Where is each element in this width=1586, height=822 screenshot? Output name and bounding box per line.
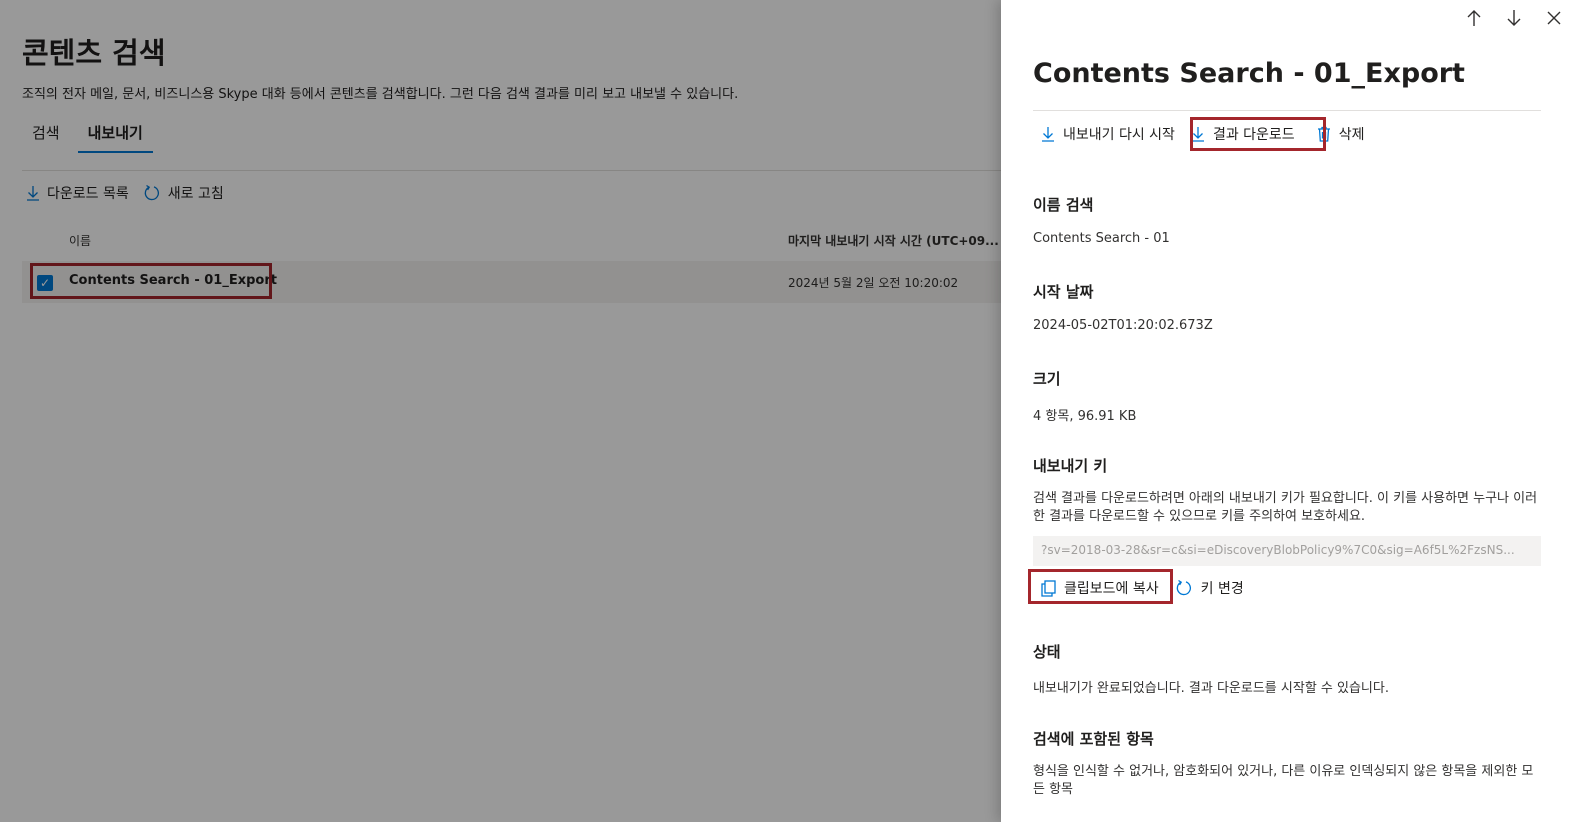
refresh-icon xyxy=(1176,579,1191,596)
modal-overlay[interactable] xyxy=(0,0,1001,822)
restart-export-label: 내보내기 다시 시작 xyxy=(1063,127,1175,143)
highlight-box-download-results xyxy=(1190,117,1326,151)
name-search-value: Contents Search - 01 xyxy=(1033,231,1170,246)
included-items-label: 검색에 포함된 항목 xyxy=(1033,730,1154,748)
download-icon xyxy=(1042,127,1054,142)
arrow-up-icon xyxy=(1467,10,1481,26)
close-button[interactable] xyxy=(1540,4,1568,32)
arrow-down-icon xyxy=(1507,10,1521,26)
change-key-label: 키 변경 xyxy=(1200,581,1244,597)
export-key-label: 내보내기 키 xyxy=(1033,457,1108,475)
start-date-label: 시작 날짜 xyxy=(1033,283,1094,301)
previous-item-button[interactable] xyxy=(1460,4,1488,32)
status-value: 내보내기가 완료되었습니다. 결과 다운로드를 시작할 수 있습니다. xyxy=(1033,681,1389,696)
included-items-value: 형식을 인식할 수 없거나, 암호화되어 있거나, 다른 이유로 인덱싱되지 않… xyxy=(1033,764,1534,797)
panel-nav xyxy=(1448,4,1568,32)
export-detail-panel: Contents Search - 01_Export 내보내기 다시 시작 결… xyxy=(1001,0,1586,822)
close-icon xyxy=(1547,11,1561,25)
highlight-box-copy-clipboard xyxy=(1028,569,1173,604)
status-label: 상태 xyxy=(1033,643,1061,661)
panel-divider xyxy=(1033,110,1541,111)
start-date-value: 2024-05-02T01:20:02.673Z xyxy=(1033,318,1213,333)
panel-title: Contents Search - 01_Export xyxy=(1033,58,1465,89)
export-key-field[interactable]: ?sv=2018-03-28&sr=c&si=eDiscoveryBlobPol… xyxy=(1033,536,1541,566)
size-label: 크기 xyxy=(1033,370,1061,388)
restart-export-button[interactable]: 내보내기 다시 시작 xyxy=(1041,122,1175,146)
export-key-description: 검색 결과를 다운로드하려면 아래의 내보내기 키가 필요합니다. 이 키를 사… xyxy=(1033,491,1538,524)
change-key-button[interactable]: 키 변경 xyxy=(1175,576,1244,600)
next-item-button[interactable] xyxy=(1500,4,1528,32)
name-search-label: 이름 검색 xyxy=(1033,196,1094,214)
delete-label: 삭제 xyxy=(1338,127,1365,143)
size-value: 4 항목, 96.91 KB xyxy=(1033,409,1137,424)
